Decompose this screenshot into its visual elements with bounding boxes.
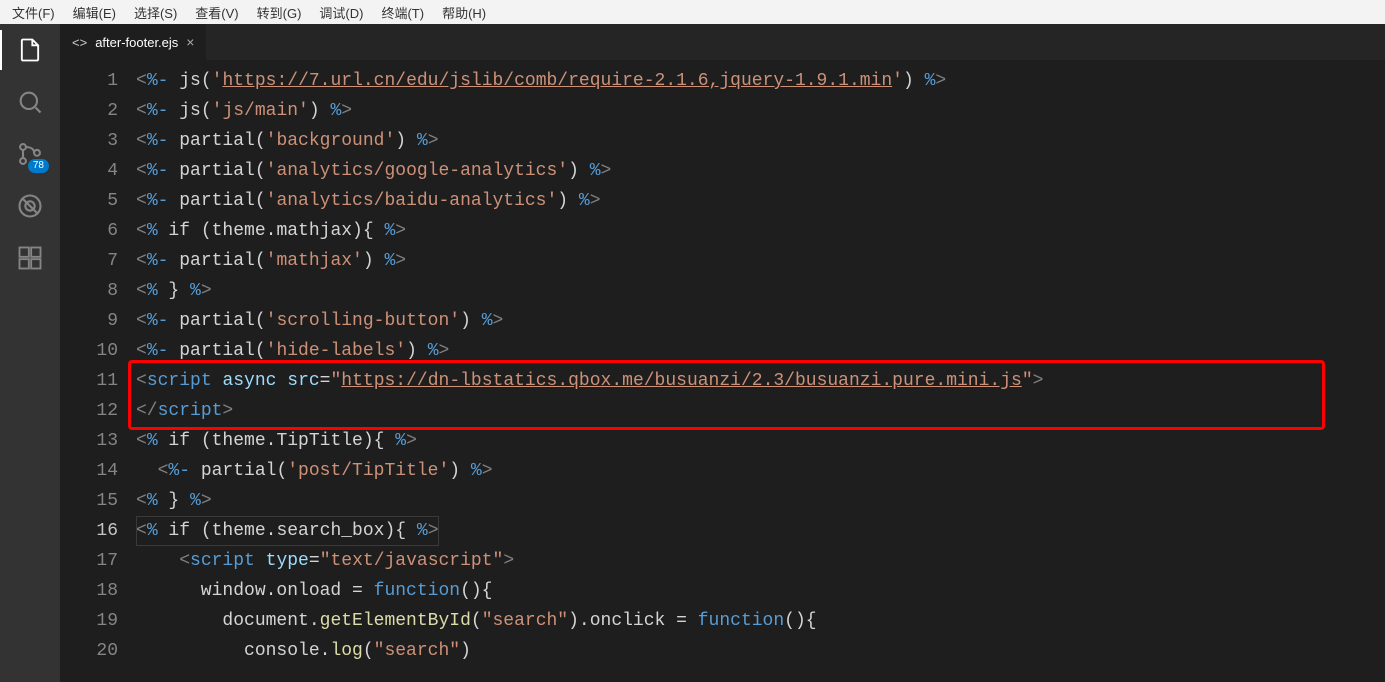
menu-goto[interactable]: 转到(G) — [251, 1, 308, 24]
menu-debug[interactable]: 调试(D) — [313, 1, 369, 24]
code-line[interactable]: </script> — [136, 396, 1385, 426]
code-content[interactable]: <%- js('https://7.url.cn/edu/jslib/comb/… — [136, 60, 1385, 682]
code-line[interactable]: <%- partial('analytics/google-analytics'… — [136, 156, 1385, 186]
line-number: 16 — [70, 516, 118, 546]
menu-selection[interactable]: 选择(S) — [128, 1, 183, 24]
line-number: 13 — [70, 426, 118, 456]
editor-area: <> after-footer.ejs × 123456789101112131… — [60, 24, 1385, 682]
code-line[interactable]: <%- partial('background') %> — [136, 126, 1385, 156]
line-number: 18 — [70, 576, 118, 606]
tab-after-footer[interactable]: <> after-footer.ejs × — [60, 24, 207, 60]
line-number: 20 — [70, 636, 118, 666]
menu-view[interactable]: 查看(V) — [189, 1, 244, 24]
code-line[interactable]: <%- partial('hide-labels') %> — [136, 336, 1385, 366]
code-editor[interactable]: 1234567891011121314151617181920 <%- js('… — [60, 60, 1385, 682]
activity-bar: 78 — [0, 24, 60, 682]
ejs-file-icon: <> — [72, 35, 87, 50]
line-number: 11 — [70, 366, 118, 396]
code-line[interactable]: console.log("search") — [136, 636, 1385, 666]
tabbar: <> after-footer.ejs × — [60, 24, 1385, 60]
explorer-icon[interactable] — [14, 34, 46, 66]
line-number: 8 — [70, 276, 118, 306]
code-line[interactable]: <% if (theme.search_box){ %> — [136, 516, 1385, 546]
code-line[interactable]: <% } %> — [136, 486, 1385, 516]
line-number: 1 — [70, 66, 118, 96]
line-number: 19 — [70, 606, 118, 636]
tab-filename: after-footer.ejs — [95, 35, 178, 50]
menu-edit[interactable]: 编辑(E) — [67, 1, 122, 24]
code-line[interactable]: <% if (theme.TipTitle){ %> — [136, 426, 1385, 456]
menu-file[interactable]: 文件(F) — [6, 1, 61, 24]
code-line[interactable]: <%- partial('analytics/baidu-analytics')… — [136, 186, 1385, 216]
code-line[interactable]: window.onload = function(){ — [136, 576, 1385, 606]
menu-help[interactable]: 帮助(H) — [436, 1, 492, 24]
line-number: 7 — [70, 246, 118, 276]
code-line[interactable]: <%- js('https://7.url.cn/edu/jslib/comb/… — [136, 66, 1385, 96]
line-number: 4 — [70, 156, 118, 186]
extensions-icon[interactable] — [14, 242, 46, 274]
debug-icon[interactable] — [14, 190, 46, 222]
line-number: 5 — [70, 186, 118, 216]
line-number: 17 — [70, 546, 118, 576]
line-number: 2 — [70, 96, 118, 126]
code-line[interactable]: <%- partial('scrolling-button') %> — [136, 306, 1385, 336]
code-line[interactable]: <script type="text/javascript"> — [136, 546, 1385, 576]
line-number: 6 — [70, 216, 118, 246]
code-line[interactable]: <script async src="https://dn-lbstatics.… — [136, 366, 1385, 396]
line-number: 10 — [70, 336, 118, 366]
line-number: 12 — [70, 396, 118, 426]
menubar: 文件(F) 编辑(E) 选择(S) 查看(V) 转到(G) 调试(D) 终端(T… — [0, 0, 1385, 24]
line-number-gutter: 1234567891011121314151617181920 — [60, 60, 136, 682]
menu-terminal[interactable]: 终端(T) — [375, 1, 430, 24]
search-icon[interactable] — [14, 86, 46, 118]
line-number: 3 — [70, 126, 118, 156]
code-line[interactable]: <% if (theme.mathjax){ %> — [136, 216, 1385, 246]
code-line[interactable]: <%- partial('post/TipTitle') %> — [136, 456, 1385, 486]
scm-badge: 78 — [28, 159, 49, 173]
code-line[interactable]: <% } %> — [136, 276, 1385, 306]
tab-close-icon[interactable]: × — [186, 35, 194, 49]
main-area: 78 <> after-footer.ejs × 123456789101112… — [0, 24, 1385, 682]
line-number: 14 — [70, 456, 118, 486]
line-number: 15 — [70, 486, 118, 516]
code-line[interactable]: <%- js('js/main') %> — [136, 96, 1385, 126]
code-line[interactable]: <%- partial('mathjax') %> — [136, 246, 1385, 276]
line-number: 9 — [70, 306, 118, 336]
code-line[interactable]: document.getElementById("search").onclic… — [136, 606, 1385, 636]
scm-icon[interactable]: 78 — [14, 138, 46, 170]
